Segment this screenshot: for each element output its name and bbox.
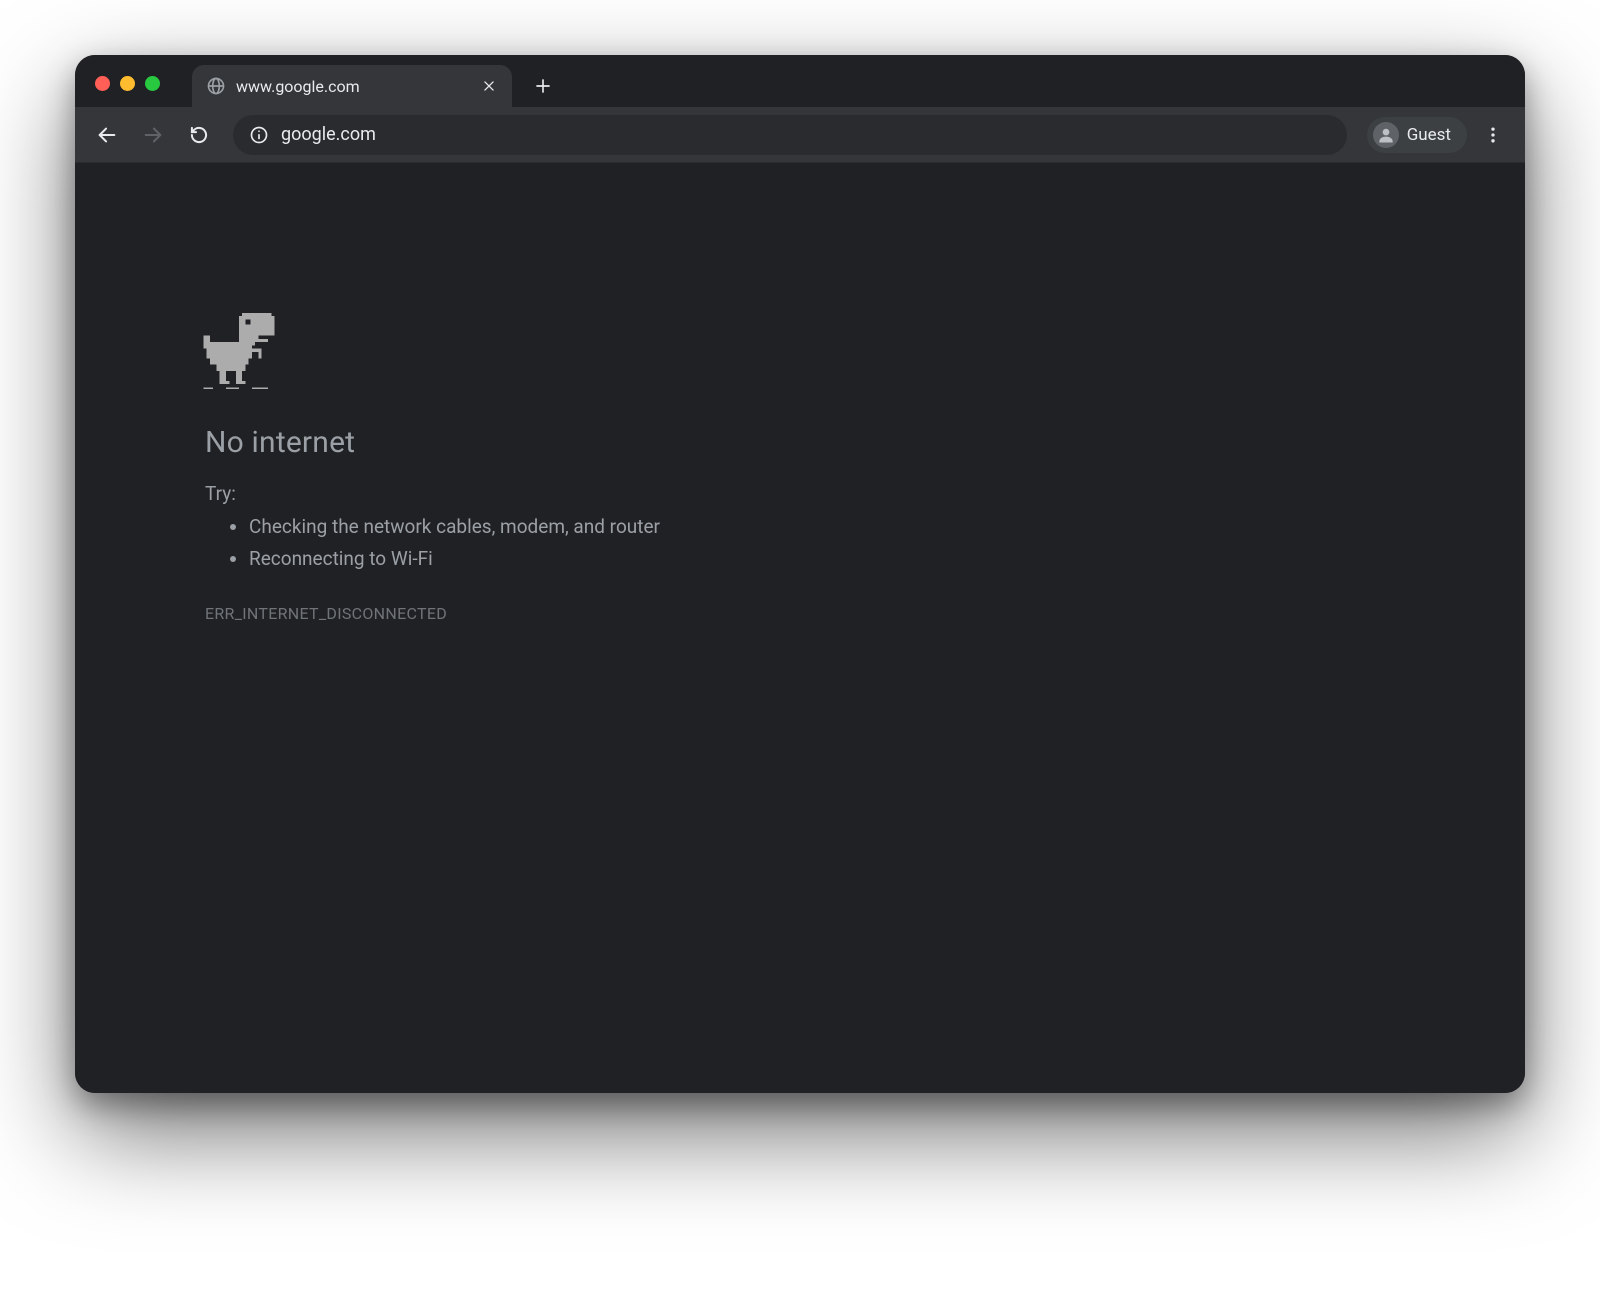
new-tab-button[interactable] bbox=[526, 69, 560, 103]
site-info-icon[interactable] bbox=[249, 125, 269, 145]
window-zoom-button[interactable] bbox=[145, 76, 160, 91]
menu-button[interactable] bbox=[1473, 115, 1513, 155]
back-button[interactable] bbox=[87, 115, 127, 155]
error-try-label: Try: bbox=[205, 482, 925, 505]
browser-window: www.google.com bbox=[75, 55, 1525, 1093]
forward-button[interactable] bbox=[133, 115, 173, 155]
profile-button[interactable]: Guest bbox=[1367, 117, 1467, 153]
error-suggestions: Checking the network cables, modem, and … bbox=[205, 511, 925, 576]
reload-button[interactable] bbox=[179, 115, 219, 155]
window-close-button[interactable] bbox=[95, 76, 110, 91]
globe-icon bbox=[206, 76, 226, 96]
error-suggestion: Checking the network cables, modem, and … bbox=[249, 511, 925, 543]
dino-icon[interactable] bbox=[203, 313, 925, 389]
tab-title: www.google.com bbox=[236, 77, 470, 96]
address-bar[interactable]: google.com bbox=[233, 115, 1347, 155]
profile-label: Guest bbox=[1407, 125, 1451, 145]
avatar-icon bbox=[1373, 122, 1399, 148]
tab-close-button[interactable] bbox=[480, 77, 498, 95]
window-minimize-button[interactable] bbox=[120, 76, 135, 91]
page-content: No internet Try: Checking the network ca… bbox=[75, 163, 1525, 1093]
error-code: ERR_INTERNET_DISCONNECTED bbox=[205, 604, 925, 623]
tab-active[interactable]: www.google.com bbox=[192, 65, 512, 107]
toolbar: google.com Guest bbox=[75, 107, 1525, 163]
error-heading: No internet bbox=[205, 425, 925, 460]
tab-strip: www.google.com bbox=[75, 55, 1525, 107]
error-suggestion: Reconnecting to Wi-Fi bbox=[249, 543, 925, 575]
address-bar-text: google.com bbox=[281, 124, 376, 145]
window-controls bbox=[95, 76, 160, 91]
offline-error: No internet Try: Checking the network ca… bbox=[205, 313, 925, 623]
